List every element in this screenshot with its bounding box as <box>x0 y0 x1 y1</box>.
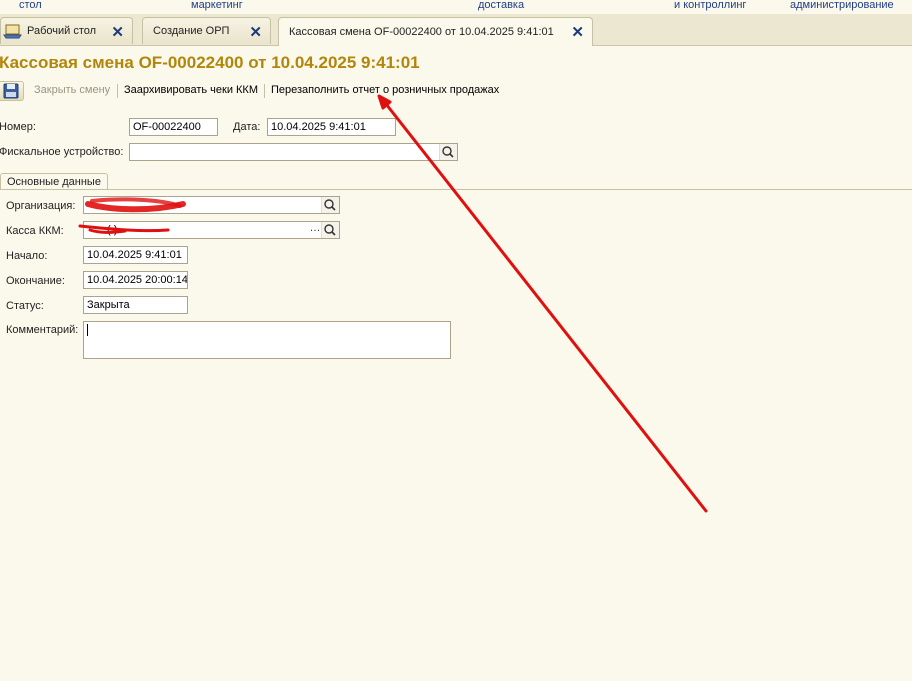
divider <box>0 189 912 190</box>
number-field[interactable]: OF-00022400 <box>129 118 218 136</box>
number-label: Номер: <box>0 121 36 133</box>
tab-desktop[interactable]: Рабочий стол ✕ <box>0 17 133 44</box>
status-label: Статус: <box>6 300 44 312</box>
date-label: Дата: <box>233 121 261 133</box>
archive-checks-button[interactable]: Заархивировать чеки ККМ <box>124 84 258 96</box>
refill-report-button[interactable]: Перезаполнить отчет о розничных продажах <box>271 84 499 96</box>
search-button[interactable] <box>321 197 339 213</box>
toolbar-separator <box>117 84 118 98</box>
comment-label: Комментарий: <box>6 324 79 336</box>
close-icon[interactable]: ✕ <box>111 23 124 41</box>
end-label: Окончание: <box>6 275 65 287</box>
search-button[interactable] <box>321 222 339 238</box>
floppy-disk-icon <box>3 83 19 99</box>
tab-label: Рабочий стол <box>27 25 97 37</box>
save-button[interactable] <box>0 81 24 101</box>
nav-link-controlling[interactable]: и контроллинг <box>674 0 746 11</box>
nav-link-marketing[interactable]: маркетинг <box>191 0 243 11</box>
date-field[interactable]: 10.04.2025 9:41:01 <box>267 118 396 136</box>
fiscal-device-label: Фискальное устройство: <box>0 146 124 158</box>
top-navigation: стол маркетинг доставка и контроллинг ад… <box>0 0 912 14</box>
text-cursor <box>87 324 88 337</box>
tab-bar: Рабочий стол ✕ Создание ОРП ✕ Кассовая с… <box>0 14 912 46</box>
fiscal-device-field[interactable] <box>129 143 458 161</box>
close-shift-button[interactable]: Закрыть смену <box>34 84 110 96</box>
close-icon[interactable]: ✕ <box>249 23 262 41</box>
toolbar: Закрыть смену Заархивировать чеки ККМ Пе… <box>0 80 600 102</box>
search-icon <box>442 146 454 158</box>
kassa-kkm-label: Касса ККМ: <box>6 225 64 237</box>
nav-link-administration[interactable]: администрирование <box>790 0 894 11</box>
organization-field[interactable] <box>83 196 340 214</box>
end-field[interactable]: 10.04.2025 20:00:14 <box>83 271 188 289</box>
desktop-icon <box>3 24 22 39</box>
status-field[interactable]: Закрыта <box>83 296 188 314</box>
comment-textarea[interactable] <box>83 321 451 359</box>
tab-label: Кассовая смена OF-00022400 от 10.04.2025… <box>289 26 554 38</box>
annotation-arrow <box>384 102 708 513</box>
toolbar-separator <box>264 84 265 98</box>
close-icon[interactable]: ✕ <box>571 23 584 41</box>
nav-link-desktop[interactable]: стол <box>19 0 42 11</box>
kassa-kkm-field[interactable]: ( ) … <box>83 221 340 239</box>
search-icon <box>324 199 336 211</box>
kassa-kkm-value: ( ) <box>107 224 118 236</box>
page-title: Кассовая смена OF-00022400 от 10.04.2025… <box>0 53 420 72</box>
start-label: Начало: <box>6 250 48 262</box>
tab-main-data[interactable]: Основные данные <box>0 173 108 190</box>
start-field[interactable]: 10.04.2025 9:41:01 <box>83 246 188 264</box>
search-button[interactable] <box>439 144 457 160</box>
tab-label: Создание ОРП <box>153 25 230 37</box>
organization-label: Организация: <box>6 200 76 212</box>
tab-cash-shift[interactable]: Кассовая смена OF-00022400 от 10.04.2025… <box>278 17 593 46</box>
search-icon <box>324 224 336 236</box>
select-button[interactable]: … <box>308 222 322 238</box>
nav-link-delivery[interactable]: доставка <box>478 0 524 11</box>
tab-create-orp[interactable]: Создание ОРП ✕ <box>142 17 271 44</box>
